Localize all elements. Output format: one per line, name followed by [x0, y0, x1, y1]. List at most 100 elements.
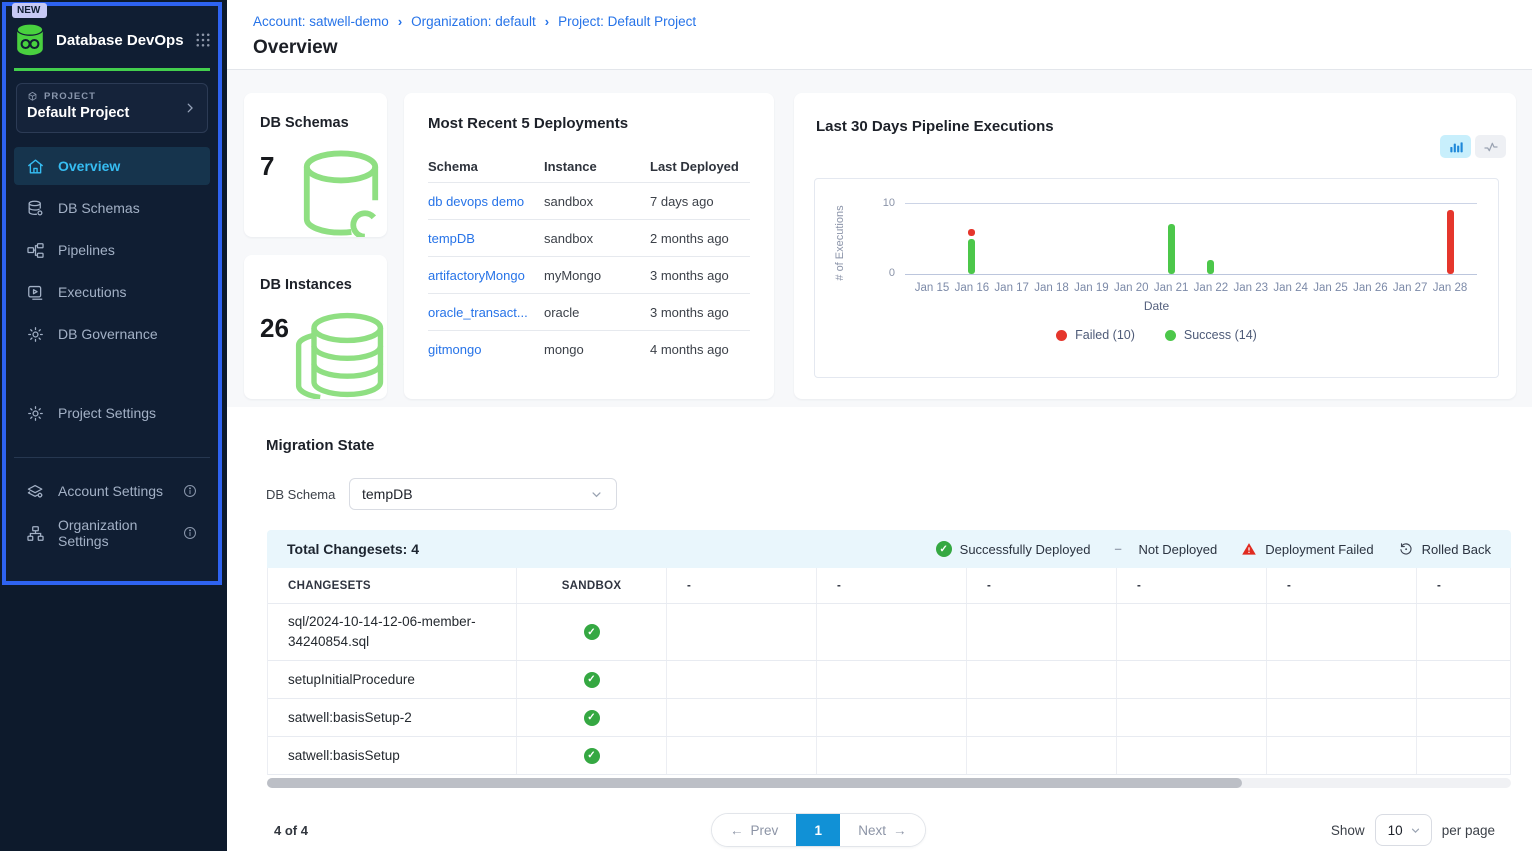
- page-size-select[interactable]: 10: [1375, 814, 1432, 846]
- migration-state-section: Migration State DB Schema tempDB Total C…: [227, 407, 1532, 851]
- schema-link[interactable]: artifactoryMongo: [428, 268, 544, 283]
- deployment-row: gitmongomongo4 months ago: [428, 331, 750, 368]
- breadcrumb-project[interactable]: Project: Default Project: [558, 14, 696, 29]
- failed-bar[interactable]: [968, 229, 975, 236]
- total-changesets: Total Changesets: 4: [287, 541, 419, 557]
- column-header: -: [817, 568, 967, 603]
- changeset-row: setupInitialProcedure✓: [268, 661, 1511, 699]
- horizontal-scrollbar-thumb[interactable]: [267, 778, 1242, 788]
- brand-name: Database DevOps: [56, 32, 194, 49]
- x-tick-label: Jan 28: [1427, 282, 1473, 294]
- changesets-header-band: Total Changesets: 4 ✓Successfully Deploy…: [267, 530, 1511, 568]
- db-schemas-card: DB Schemas 7: [244, 93, 387, 237]
- sidebar-item-label: Account Settings: [58, 483, 163, 499]
- schema-link[interactable]: oracle_transact...: [428, 305, 544, 320]
- horizontal-scrollbar: [267, 778, 1511, 788]
- org-chart-icon: [26, 524, 45, 543]
- empty-cell: [1267, 699, 1417, 736]
- status-legend: ✓Successfully Deployed–Not DeployedDeplo…: [936, 541, 1491, 557]
- empty-cell: [667, 604, 817, 660]
- chart-legend: Failed (10)Success (14): [815, 328, 1498, 342]
- empty-cell: [1267, 737, 1417, 774]
- last-deployed-cell: 2 months ago: [650, 231, 750, 246]
- warning-triangle-icon: [1241, 541, 1257, 557]
- project-selector[interactable]: PROJECT Default Project: [16, 83, 208, 133]
- success-bar[interactable]: [1168, 224, 1175, 274]
- sidebar-nav-bottom: Account Settings Organization Settings: [14, 472, 210, 556]
- y-tick: 0: [869, 267, 895, 279]
- empty-cell: [1417, 737, 1511, 774]
- sidebar-item-db-schemas[interactable]: DB Schemas: [14, 189, 210, 227]
- empty-cell: [667, 737, 817, 774]
- arrow-left-icon: ←: [730, 823, 744, 838]
- column-header: CHANGESETS: [268, 568, 517, 603]
- column-header: -: [667, 568, 817, 603]
- status-legend-item: Rolled Back: [1398, 541, 1491, 557]
- main-content: Account: satwell-demo › Organization: de…: [227, 0, 1532, 851]
- chart-plot: # of Executions100Jan 15Jan 16Jan 17Jan …: [814, 178, 1499, 378]
- breadcrumb-account[interactable]: Account: satwell-demo: [253, 14, 389, 29]
- changeset-row: satwell:basisSetup✓: [268, 737, 1511, 775]
- project-cube-icon: [27, 91, 38, 102]
- instance-cell: mongo: [544, 342, 650, 357]
- check-circle-icon: ✓: [584, 710, 600, 726]
- column-header: -: [967, 568, 1117, 603]
- pagination: ← Prev 1 Next →: [711, 813, 926, 847]
- changeset-name-cell: setupInitialProcedure: [268, 661, 517, 698]
- changeset-row: sql/2024-10-14-12-06-member-34240854.sql…: [268, 604, 1511, 661]
- migration-title: Migration State: [266, 437, 374, 454]
- failed-bar[interactable]: [1447, 210, 1454, 274]
- schema-link[interactable]: tempDB: [428, 231, 544, 246]
- deployment-row: tempDBsandbox2 months ago: [428, 220, 750, 257]
- status-legend-item: Deployment Failed: [1241, 541, 1373, 557]
- pipeline-executions-card: Last 30 Days Pipeline Executions # of Ex…: [794, 93, 1516, 399]
- deployments-table: SchemaInstanceLast Deployed db devops dem…: [428, 150, 750, 368]
- line-chart-toggle-icon[interactable]: [1475, 135, 1506, 158]
- legend-dot-icon: [1165, 330, 1176, 341]
- page-title: Overview: [253, 37, 338, 59]
- next-page-button[interactable]: Next →: [840, 814, 924, 846]
- success-bar[interactable]: [1207, 260, 1214, 274]
- per-page-label: per page: [1442, 823, 1495, 838]
- sidebar-item-overview[interactable]: Overview: [14, 147, 210, 185]
- chevron-right-icon: [183, 101, 197, 115]
- deployment-row: artifactoryMongomyMongo3 months ago: [428, 257, 750, 294]
- schema-link[interactable]: db devops demo: [428, 194, 544, 209]
- changeset-name-cell: satwell:basisSetup-2: [268, 699, 517, 736]
- column-header: Instance: [544, 159, 650, 174]
- db-schema-selected-value: tempDB: [362, 486, 413, 502]
- bar-chart-toggle-icon[interactable]: [1440, 135, 1471, 158]
- success-bar[interactable]: [968, 239, 975, 275]
- deployments-header-row: SchemaInstanceLast Deployed: [428, 150, 750, 183]
- chart-view-toggle: [1440, 135, 1506, 158]
- sidebar-item-executions[interactable]: Executions: [14, 273, 210, 311]
- sidebar-item-organization-settings[interactable]: Organization Settings: [14, 514, 210, 552]
- column-header: Last Deployed: [650, 159, 750, 174]
- info-icon: [182, 483, 198, 499]
- sidebar-item-pipelines[interactable]: Pipelines: [14, 231, 210, 269]
- page-size-group: Show 10 per page: [1331, 813, 1495, 847]
- schema-link[interactable]: gitmongo: [428, 342, 544, 357]
- database-stack-icon: [287, 301, 387, 399]
- breadcrumb-separator: ›: [545, 14, 549, 29]
- sidebar-divider: [14, 457, 210, 458]
- breadcrumb-organization[interactable]: Organization: default: [411, 14, 536, 29]
- sidebar-item-db-governance[interactable]: DB Governance: [14, 315, 210, 353]
- page-number-button[interactable]: 1: [796, 814, 840, 846]
- prev-page-button[interactable]: ← Prev: [712, 814, 796, 846]
- chevron-down-icon: [1409, 824, 1422, 837]
- sidebar-item-label: Project Settings: [58, 405, 156, 421]
- last-deployed-cell: 3 months ago: [650, 305, 750, 320]
- column-header: -: [1417, 568, 1511, 603]
- sidebar-item-account-settings[interactable]: Account Settings: [14, 472, 210, 510]
- empty-cell: [967, 737, 1117, 774]
- db-schema-select[interactable]: tempDB: [349, 478, 617, 510]
- breadcrumb-separator: ›: [398, 14, 402, 29]
- empty-cell: [967, 699, 1117, 736]
- info-icon: [182, 525, 198, 541]
- last-deployed-cell: 3 months ago: [650, 268, 750, 283]
- sidebar-item-project-settings[interactable]: Project Settings: [14, 394, 210, 432]
- apps-grid-icon[interactable]: [194, 31, 212, 49]
- column-header: -: [1267, 568, 1417, 603]
- sidebar-item-label: Overview: [58, 158, 120, 174]
